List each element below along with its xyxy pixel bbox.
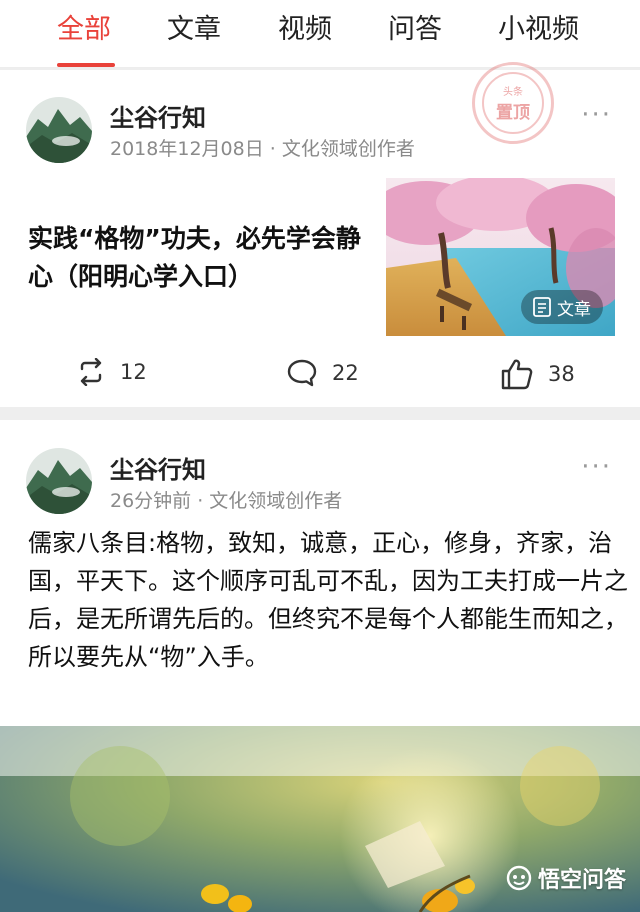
- feed-card-micro-post[interactable]: 尘谷行知 26分钟前 · 文化领域创作者 ··· 儒家八条目:格物，致知，诚意，…: [0, 420, 640, 912]
- repost-count: 12: [120, 360, 147, 384]
- author-name[interactable]: 尘谷行知: [110, 98, 206, 133]
- article-thumbnail[interactable]: 文章: [386, 178, 615, 336]
- like-button[interactable]: 38: [500, 358, 575, 390]
- watermark-text: 悟空问答: [537, 868, 626, 893]
- comment-button[interactable]: 22: [286, 358, 359, 388]
- stamp-main-text: 置顶: [496, 103, 530, 123]
- post-meta: 2018年12月08日 · 文化领域创作者: [110, 138, 415, 160]
- content-type-badge: 文章: [521, 290, 603, 324]
- wukong-logo-icon: [506, 865, 532, 891]
- tab-all[interactable]: 全部: [57, 10, 111, 50]
- stamp-top-text: 头条: [503, 87, 523, 98]
- tab-articles[interactable]: 文章: [167, 10, 221, 50]
- tab-short-videos[interactable]: 小视频: [498, 10, 579, 50]
- active-tab-indicator: [57, 63, 115, 67]
- avatar[interactable]: [26, 448, 92, 514]
- tab-bar: 全部 文章 视频 问答 小视频: [0, 0, 640, 68]
- badge-label: 文章: [557, 299, 591, 320]
- more-options-icon[interactable]: ···: [581, 452, 612, 482]
- thumbs-up-icon: [501, 359, 533, 390]
- avatar[interactable]: [26, 97, 92, 163]
- document-icon: [533, 297, 551, 317]
- post-body-text[interactable]: 儒家八条目:格物，致知，诚意，正心，修身，齐家，治国，平天下。这个顺序可乱可不乱…: [28, 524, 628, 676]
- more-options-icon[interactable]: ···: [581, 100, 612, 130]
- like-count: 38: [548, 362, 575, 386]
- tab-qa[interactable]: 问答: [388, 10, 442, 50]
- tab-videos[interactable]: 视频: [278, 10, 332, 50]
- repost-icon: [80, 358, 102, 386]
- post-actions: 12 22 38: [0, 358, 640, 398]
- repost-button[interactable]: 12: [76, 358, 147, 386]
- pinned-stamp-icon: 头条 置顶: [472, 62, 554, 144]
- comment-count: 22: [332, 361, 359, 385]
- feed-card-article[interactable]: 尘谷行知 2018年12月08日 · 文化领域创作者 头条 置顶 ··· 实践“…: [0, 62, 640, 407]
- article-headline[interactable]: 实践“格物”功夫，必先学会静心（阳明心学入口）: [28, 220, 368, 296]
- watermark: 悟空问答: [506, 862, 626, 894]
- author-name[interactable]: 尘谷行知: [110, 450, 206, 485]
- post-meta: 26分钟前 · 文化领域创作者: [110, 490, 343, 512]
- comment-icon: [287, 359, 317, 387]
